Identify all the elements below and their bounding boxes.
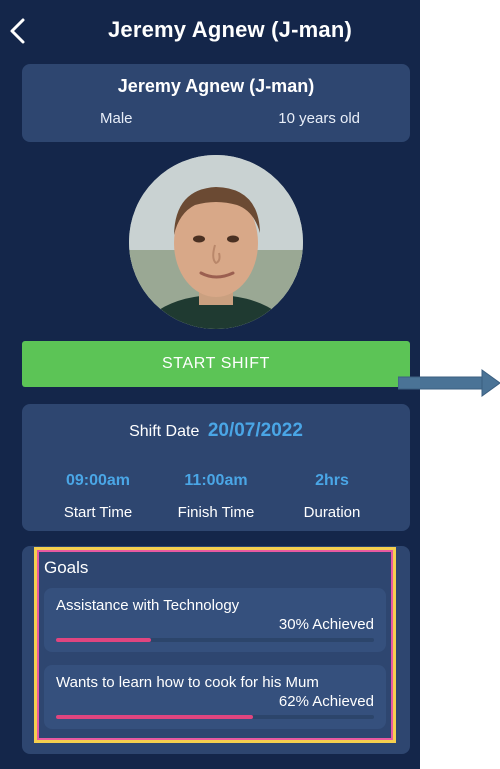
duration-label: Duration [303,504,361,521]
annotation-arrow-icon [398,369,500,397]
goal-name: Wants to learn how to cook for his Mum [56,674,319,691]
start-time-column: 09:00am Start Time [38,472,158,521]
shift-date-row: Shift Date 20/07/2022 [22,420,410,442]
start-time-value: 09:00am [65,472,131,489]
shift-card: Shift Date 20/07/2022 09:00am Start Time… [22,404,410,531]
page-title: Jeremy Agnew (J-man) [107,17,353,42]
profile-name: Jeremy Agnew (J-man) [117,76,315,96]
header-bar: Jeremy Agnew (J-man) [0,0,420,62]
goal-progress-fill [56,715,254,719]
goal-achieved: 30% Achieved [278,616,374,633]
goal-progress-fill [56,638,152,642]
goal-progress-track [56,715,374,719]
back-button[interactable] [6,16,32,46]
finish-time-value: 11:00am [184,472,248,489]
goal-progress-track [56,638,374,642]
chevron-left-icon [10,18,25,44]
goal-item[interactable]: Assistance with Technology 30% Achieved [44,588,386,652]
finish-time-column: 11:00am Finish Time [156,472,276,521]
start-shift-button[interactable]: START SHIFT [22,341,410,387]
avatar [129,155,303,329]
profile-gender: Male [100,110,133,127]
goal-achieved: 62% Achieved [278,693,374,710]
goals-title: Goals [44,558,89,577]
goal-item[interactable]: Wants to learn how to cook for his Mum 6… [44,665,386,729]
start-time-label: Start Time [63,504,133,521]
profile-card: Jeremy Agnew (J-man) Male 10 years old [22,64,410,142]
duration-column: 2hrs Duration [272,472,392,521]
avatar-photo [129,155,303,329]
profile-age: 10 years old [278,110,360,127]
duration-value: 2hrs [315,472,349,489]
shift-date-value: 20/07/2022 [207,420,303,441]
phone-screen: Jeremy Agnew (J-man) Jeremy Agnew (J-man… [0,0,420,769]
shift-date-label: Shift Date [129,423,200,440]
goal-name: Assistance with Technology [56,597,240,614]
finish-time-label: Finish Time [177,504,255,521]
